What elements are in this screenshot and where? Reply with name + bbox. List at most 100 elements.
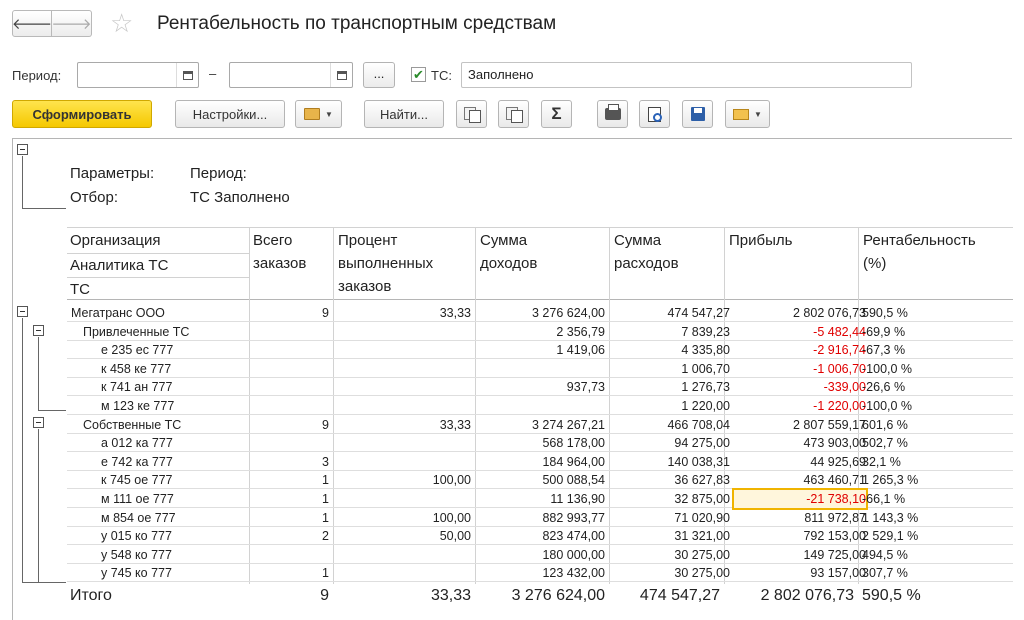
cell-orders[interactable]: 1 bbox=[249, 490, 329, 508]
print-button[interactable] bbox=[597, 100, 628, 128]
table-row[interactable]: к 458 ке 777 1 006,70 -1 006,70 -100,0 % bbox=[67, 360, 1013, 378]
cell-expense[interactable]: 466 708,04 bbox=[609, 416, 730, 434]
cell-percent[interactable] bbox=[333, 490, 471, 508]
cell-percent[interactable]: 33,33 bbox=[333, 416, 471, 434]
cell-percent[interactable]: 33,33 bbox=[333, 304, 471, 322]
cell-rent[interactable]: 1 265,3 % bbox=[862, 471, 1002, 489]
cell-expense[interactable]: 32 875,00 bbox=[609, 490, 730, 508]
cell-expense[interactable]: 1 276,73 bbox=[609, 378, 730, 396]
cell-percent[interactable] bbox=[333, 453, 471, 471]
cell-orders[interactable]: 3 bbox=[249, 453, 329, 471]
table-row[interactable]: м 123 ке 777 1 220,00 -1 220,00 -100,0 % bbox=[67, 397, 1013, 415]
total-row[interactable]: Итого 9 33,33 3 276 624,00 474 547,27 2 … bbox=[67, 584, 1013, 608]
params-group-toggle[interactable] bbox=[17, 144, 28, 155]
cell-rent[interactable]: -100,0 % bbox=[862, 397, 1002, 415]
send-mail-button[interactable]: ▼ bbox=[725, 100, 770, 128]
table-row[interactable]: у 745 ко 777 1 123 432,00 30 275,00 93 157,0… bbox=[67, 564, 1013, 583]
cell-rent[interactable]: 32,1 % bbox=[862, 453, 1002, 471]
cell-income[interactable]: 1 419,06 bbox=[475, 341, 605, 359]
cell-rent[interactable]: 590,5 % bbox=[862, 304, 1002, 322]
calendar-to-button[interactable] bbox=[330, 63, 352, 87]
table-row[interactable]: м 111 ое 777 1 11 136,90 32 875,00 -21 738,1… bbox=[67, 488, 1013, 510]
cell-orders[interactable] bbox=[249, 434, 329, 452]
date-to-field[interactable] bbox=[229, 62, 353, 88]
cell-expense[interactable]: 94 275,00 bbox=[609, 434, 730, 452]
cell-income[interactable]: 3 276 624,00 bbox=[475, 304, 605, 322]
group-toggle-own[interactable] bbox=[33, 417, 44, 428]
group-toggle-hired[interactable] bbox=[33, 325, 44, 336]
table-row[interactable]: Привлеченные ТС 2 356,79 7 839,23 -5 482,44… bbox=[67, 323, 1013, 341]
cell-percent[interactable] bbox=[333, 341, 471, 359]
table-row[interactable]: е 235 ес 777 1 419,06 4 335,80 -2 916,74 -67… bbox=[67, 341, 1013, 360]
cell-expense[interactable]: 4 335,80 bbox=[609, 341, 730, 359]
generate-button[interactable]: Сформировать bbox=[12, 100, 152, 128]
cell-orders[interactable]: 9 bbox=[249, 304, 329, 322]
cell-rent[interactable]: -66,1 % bbox=[862, 490, 1002, 508]
cell-profit[interactable]: -1 220,00 bbox=[734, 397, 866, 415]
cell-income[interactable]: 882 993,77 bbox=[475, 509, 605, 527]
save-button[interactable] bbox=[682, 100, 713, 128]
cell-percent[interactable] bbox=[333, 546, 471, 564]
cell-rent[interactable]: 2 529,1 % bbox=[862, 527, 1002, 545]
cell-income[interactable]: 2 356,79 bbox=[475, 323, 605, 341]
collapse-groups-button[interactable] bbox=[456, 100, 487, 128]
cell-rent[interactable]: 1 143,3 % bbox=[862, 509, 1002, 527]
table-row[interactable]: у 015 ко 777 2 50,00 823 474,00 31 321,00 792… bbox=[67, 527, 1013, 546]
cell-percent[interactable]: 100,00 bbox=[333, 471, 471, 489]
cell-income[interactable] bbox=[475, 360, 605, 378]
cell-profit[interactable]: 44 925,69 bbox=[734, 453, 866, 471]
cell-percent[interactable]: 100,00 bbox=[333, 509, 471, 527]
cell-income[interactable]: 568 178,00 bbox=[475, 434, 605, 452]
table-row[interactable]: к 741 ан 777 937,73 1 276,73 -339,00 -26,6 % bbox=[67, 378, 1013, 397]
cell-expense[interactable]: 1 006,70 bbox=[609, 360, 730, 378]
cell-profit[interactable]: 149 725,00 bbox=[734, 546, 866, 564]
report-spreadsheet[interactable]: Параметры: Период: Отбор: ТС Заполнено О… bbox=[12, 138, 1013, 620]
cell-expense[interactable]: 31 321,00 bbox=[609, 527, 730, 545]
cell-income[interactable]: 500 088,54 bbox=[475, 471, 605, 489]
table-row[interactable]: Собственные ТС 9 33,33 3 274 267,21 466 708,… bbox=[67, 416, 1013, 434]
cell-expense[interactable]: 474 547,27 bbox=[609, 304, 730, 322]
ts-field[interactable]: Заполнено bbox=[461, 62, 912, 88]
cell-rent[interactable]: 502,7 % bbox=[862, 434, 1002, 452]
sum-button[interactable]: Σ bbox=[541, 100, 572, 128]
cell-profit[interactable]: 473 903,00 bbox=[734, 434, 866, 452]
date-from-field[interactable] bbox=[77, 62, 199, 88]
cell-profit[interactable]: -5 482,44 bbox=[734, 323, 866, 341]
cell-expense[interactable]: 30 275,00 bbox=[609, 564, 730, 582]
table-row[interactable]: м 854 ое 777 1 100,00 882 993,77 71 020,90 81… bbox=[67, 509, 1013, 527]
cell-income[interactable]: 11 136,90 bbox=[475, 490, 605, 508]
find-button[interactable]: Найти... bbox=[364, 100, 444, 128]
cell-profit[interactable]: 2 807 559,17 bbox=[734, 416, 866, 434]
cell-orders[interactable] bbox=[249, 378, 329, 396]
cell-orders[interactable] bbox=[249, 397, 329, 415]
cell-income[interactable]: 184 964,00 bbox=[475, 453, 605, 471]
cell-profit[interactable]: 2 802 076,73 bbox=[734, 304, 866, 322]
settings-button[interactable]: Настройки... bbox=[175, 100, 285, 128]
cell-orders[interactable] bbox=[249, 360, 329, 378]
cell-orders[interactable] bbox=[249, 323, 329, 341]
group-toggle-megatrans[interactable] bbox=[17, 306, 28, 317]
cell-rent[interactable]: -26,6 % bbox=[862, 378, 1002, 396]
cell-percent[interactable] bbox=[333, 397, 471, 415]
cell-orders[interactable]: 9 bbox=[249, 416, 329, 434]
cell-profit[interactable]: 792 153,00 bbox=[734, 527, 866, 545]
cell-profit[interactable]: -339,00 bbox=[734, 378, 866, 396]
calendar-from-button[interactable] bbox=[176, 63, 198, 87]
cell-rent[interactable]: -100,0 % bbox=[862, 360, 1002, 378]
cell-rent[interactable]: -69,9 % bbox=[862, 323, 1002, 341]
cell-orders[interactable]: 1 bbox=[249, 471, 329, 489]
cell-profit[interactable]: 93 157,00 bbox=[734, 564, 866, 582]
cell-percent[interactable] bbox=[333, 378, 471, 396]
cell-expense[interactable]: 140 038,31 bbox=[609, 453, 730, 471]
cell-rent[interactable]: 307,7 % bbox=[862, 564, 1002, 582]
cell-profit-selected[interactable]: -21 738,10 bbox=[732, 488, 868, 510]
cell-income[interactable] bbox=[475, 397, 605, 415]
table-row[interactable]: к 745 ое 777 1 100,00 500 088,54 36 627,83 46… bbox=[67, 471, 1013, 490]
cell-expense[interactable]: 30 275,00 bbox=[609, 546, 730, 564]
cell-expense[interactable]: 36 627,83 bbox=[609, 471, 730, 489]
table-row[interactable]: а 012 ка 777 568 178,00 94 275,00 473 903,0… bbox=[67, 434, 1013, 453]
cell-profit[interactable]: -2 916,74 bbox=[734, 341, 866, 359]
cell-orders[interactable] bbox=[249, 341, 329, 359]
cell-profit[interactable]: 463 460,71 bbox=[734, 471, 866, 489]
cell-income[interactable]: 937,73 bbox=[475, 378, 605, 396]
